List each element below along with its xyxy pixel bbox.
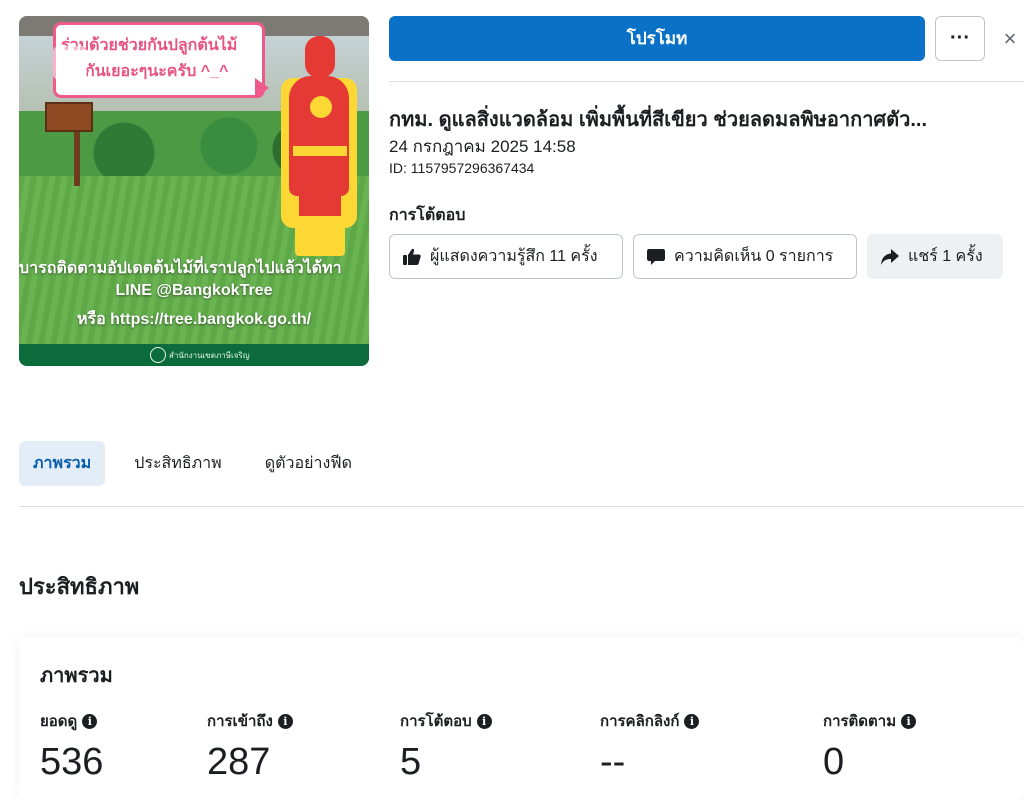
thumbnail-statue-boots [295,216,345,256]
metric-label: การเข้าถึง [207,713,273,730]
metric-reach-label-row: การเข้าถึง i [207,709,293,733]
metric-label: การโต้ตอบ [400,713,472,730]
thumbnail-bubble-line-1: ร่วมด้วยช่วยกันปลูกต้นไม้ [61,37,238,54]
metric-link-clicks: การคลิกลิงก์ i -- [600,709,700,784]
tab-feed-preview[interactable]: ดูตัวอย่างฟีด [251,441,366,486]
thumbnail-statue-emblem [310,96,332,118]
thumbnail-speech-bubble-tail [255,78,269,98]
more-options-button[interactable]: ··· [935,16,985,61]
info-icon[interactable]: i [684,713,700,729]
metric-value: 536 [40,741,104,783]
thumbnail-sign-board [45,102,93,132]
thumbnail-footer-logo [150,347,166,363]
metric-engagement-label-row: การโต้ตอบ i [400,709,492,733]
thumbnail-statue-head [305,36,335,78]
metric-link-clicks-label-row: การคลิกลิงก์ i [600,709,700,733]
thumbnail-caption-line-3: หรือ https://tree.bangkok.go.th/ [76,311,312,328]
thumbs-up-icon [403,248,421,265]
info-icon[interactable]: i [82,713,98,729]
post-id: ID: 1157957296367434 [389,160,535,176]
comments-label: ความคิดเห็น 0 รายการ [674,248,834,265]
metric-label: ยอดดู [40,713,78,730]
shares-button[interactable]: แชร์ 1 ครั้ง [867,234,1003,279]
thumbnail-statue-body [289,76,349,196]
metric-views: ยอดดู i 536 [40,709,103,784]
post-title: กทม. ดูแลสิ่งแวดล้อม เพิ่มพื้นที่สีเขียว… [389,109,928,131]
metric-value: -- [600,741,626,783]
performance-heading: ประสิทธิภาพ [19,574,140,599]
post-thumbnail[interactable]: ร่วมด้วยช่วยกันปลูกต้นไม้ กันเยอะๆนะครับ… [19,16,369,366]
metric-follows-label-row: การติดตาม i [823,709,917,733]
comments-button[interactable]: ความคิดเห็น 0 รายการ [633,234,857,279]
thumbnail-statue-belt [293,146,347,156]
info-icon[interactable]: i [277,713,293,729]
header-divider [389,81,1024,82]
thumbnail-bubble-line-2: กันเยอะๆนะครับ ^_^ [85,63,229,80]
reactions-label: ผู้แสดงความรู้สึก 11 ครั้ง [430,248,598,265]
metric-views-label-row: ยอดดู i [40,709,103,733]
engagement-heading: การโต้ตอบ [389,207,466,224]
gallery-icon [53,46,87,80]
share-arrow-icon [881,248,899,265]
promote-button[interactable]: โปรโมท [389,16,925,61]
metric-engagement: การโต้ตอบ i 5 [400,709,492,784]
tab-bar: ภาพรวม ประสิทธิภาพ ดูตัวอย่างฟีด [19,441,381,486]
thumbnail-footer-text: สำนักงานเขตภาษีเจริญ [169,351,250,360]
tab-overview[interactable]: ภาพรวม [19,441,106,486]
close-button[interactable]: × [996,24,1024,54]
overview-card-title: ภาพรวม [40,665,113,687]
metric-label: การติดตาม [823,713,897,730]
metric-value: 287 [207,741,271,783]
thumbnail-caption-line-2: LINE @BangkokTree [115,282,273,299]
info-icon[interactable]: i [476,713,492,729]
tab-performance[interactable]: ประสิทธิภาพ [120,441,236,486]
thumbnail-caption-line-1: บารถติดตามอัปเดตต้นไม้ที่เราปลูกไปแล้วได… [19,260,342,277]
info-icon[interactable]: i [901,713,917,729]
metric-value: 0 [823,741,845,783]
post-date: 24 กรกฎาคม 2025 14:58 [389,137,576,156]
overview-card: ภาพรวม ยอดดู i 536 การเข้าถึง i 287 การโ… [19,637,1024,800]
metric-follows: การติดตาม i 0 [823,709,917,784]
shares-label: แชร์ 1 ครั้ง [908,248,983,265]
reactions-button[interactable]: ผู้แสดงความรู้สึก 11 ครั้ง [389,234,623,279]
metric-label: การคลิกลิงก์ [600,713,680,730]
metric-value: 5 [400,741,422,783]
tabs-divider [19,506,1024,507]
metric-reach: การเข้าถึง i 287 [207,709,293,784]
comment-icon [647,248,665,265]
